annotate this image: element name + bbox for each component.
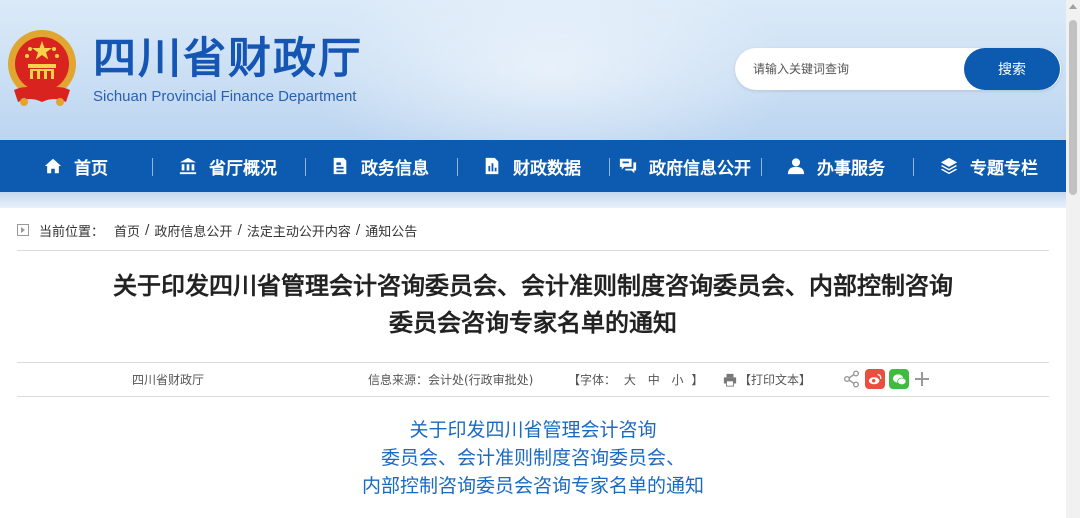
nav-item-label: 政务信息 — [361, 158, 429, 179]
main-nav: 首页 省厅概况 政务信息 财政数据 政府信息公开 办事服务 专题专栏 — [0, 140, 1066, 192]
font-size-medium-button[interactable]: 中 — [648, 373, 660, 387]
nav-item-special-topics[interactable]: 专题专栏 — [940, 140, 1038, 192]
page-scrollbar[interactable] — [1066, 0, 1080, 518]
article-title: 关于印发四川省管理会计咨询委员会、会计准则制度咨询委员会、内部控制咨询 委员会咨… — [17, 268, 1049, 342]
nav-item-label: 办事服务 — [817, 158, 885, 179]
home-icon — [44, 158, 62, 174]
document-heading: 关于印发四川省管理会计咨询 委员会、会计准则制度咨询委员会、 内部控制咨询委员会… — [17, 416, 1049, 500]
breadcrumb-link-info-disclosure[interactable]: 政府信息公开 — [154, 221, 232, 240]
nav-separator — [457, 158, 458, 176]
nav-item-label: 财政数据 — [513, 158, 581, 179]
nav-separator — [609, 158, 610, 176]
meta-divider — [17, 396, 1049, 397]
search-input[interactable] — [753, 59, 953, 79]
article-title-line: 委员会咨询专家名单的通知 — [389, 309, 677, 337]
bank-icon — [179, 157, 197, 175]
print-label: 【打印文本】 — [739, 373, 812, 387]
title-divider — [17, 362, 1049, 363]
nav-item-info-disclosure[interactable]: 政府信息公开 — [619, 140, 751, 192]
more-share-icon[interactable] — [913, 370, 931, 388]
font-size-close: 】 — [691, 373, 704, 387]
scroll-up-arrow-icon[interactable] — [1069, 4, 1077, 9]
printer-icon — [723, 373, 737, 387]
document-heading-line: 委员会、会计准则制度咨询委员会、 — [380, 447, 685, 469]
scroll-thumb[interactable] — [1069, 20, 1077, 195]
nav-separator — [152, 158, 153, 176]
breadcrumb-separator: / — [145, 222, 150, 238]
nav-item-services[interactable]: 办事服务 — [787, 140, 885, 192]
chat-icon — [619, 158, 637, 174]
nav-item-overview[interactable]: 省厅概况 — [179, 140, 277, 192]
nav-separator — [305, 158, 306, 176]
nav-separator — [761, 158, 762, 176]
nav-item-government-info[interactable]: 政务信息 — [331, 140, 429, 192]
nav-separator — [913, 158, 914, 176]
nav-item-home[interactable]: 首页 — [44, 140, 108, 192]
national-emblem-icon — [8, 30, 76, 106]
breadcrumb-divider — [17, 250, 1049, 251]
document-heading-line: 内部控制咨询委员会咨询专家名单的通知 — [361, 475, 704, 497]
layers-icon — [940, 157, 958, 175]
share-bar — [843, 369, 935, 389]
location-icon — [17, 224, 29, 236]
font-size-small-button[interactable]: 小 — [672, 373, 684, 387]
document-icon — [333, 157, 347, 175]
breadcrumb-link-notices[interactable]: 通知公告 — [365, 221, 417, 240]
nav-item-label: 政府信息公开 — [649, 158, 751, 179]
font-size-large-button[interactable]: 大 — [624, 373, 636, 387]
nav-item-label: 省厅概况 — [209, 158, 277, 179]
article-title-line: 关于印发四川省管理会计咨询委员会、会计准则制度咨询委员会、内部控制咨询 — [113, 272, 953, 300]
data-icon — [485, 157, 499, 175]
search-button[interactable]: 搜索 — [964, 48, 1060, 90]
breadcrumb: 当前位置： 首页 / 政府信息公开 / 法定主动公开内容 / 通知公告 — [17, 220, 417, 240]
weibo-icon[interactable] — [865, 369, 885, 389]
print-button[interactable]: 【打印文本】 — [723, 371, 811, 388]
nav-item-label: 专题专栏 — [970, 158, 1038, 179]
nav-item-label: 首页 — [74, 158, 108, 179]
header-glow — [300, 0, 800, 140]
site-title: 四川省财政厅 — [93, 34, 363, 84]
breadcrumb-link-statutory-content[interactable]: 法定主动公开内容 — [247, 221, 351, 240]
nav-bottom-strip — [0, 192, 1066, 208]
site-subtitle: Sichuan Provincial Finance Department — [93, 88, 357, 105]
article-publisher: 四川省财政厅 — [132, 373, 205, 387]
wechat-icon[interactable] — [889, 369, 909, 389]
share-icon[interactable] — [843, 370, 861, 388]
breadcrumb-link-home[interactable]: 首页 — [114, 221, 140, 240]
font-size-label: 【字体： — [568, 373, 617, 387]
site-header: 四川省财政厅 Sichuan Provincial Finance Depart… — [0, 0, 1066, 140]
user-icon — [787, 158, 805, 175]
font-size-controls: 【字体： 大 中 小 】 — [568, 371, 703, 389]
breadcrumb-separator: / — [237, 222, 242, 238]
document-heading-line: 关于印发四川省管理会计咨询 — [409, 419, 657, 441]
breadcrumb-prefix: 当前位置： — [39, 224, 105, 240]
breadcrumb-separator: / — [355, 222, 361, 238]
article-source: 信息来源：会计处(行政审批处) — [368, 373, 534, 387]
nav-item-finance-data[interactable]: 财政数据 — [483, 140, 581, 192]
